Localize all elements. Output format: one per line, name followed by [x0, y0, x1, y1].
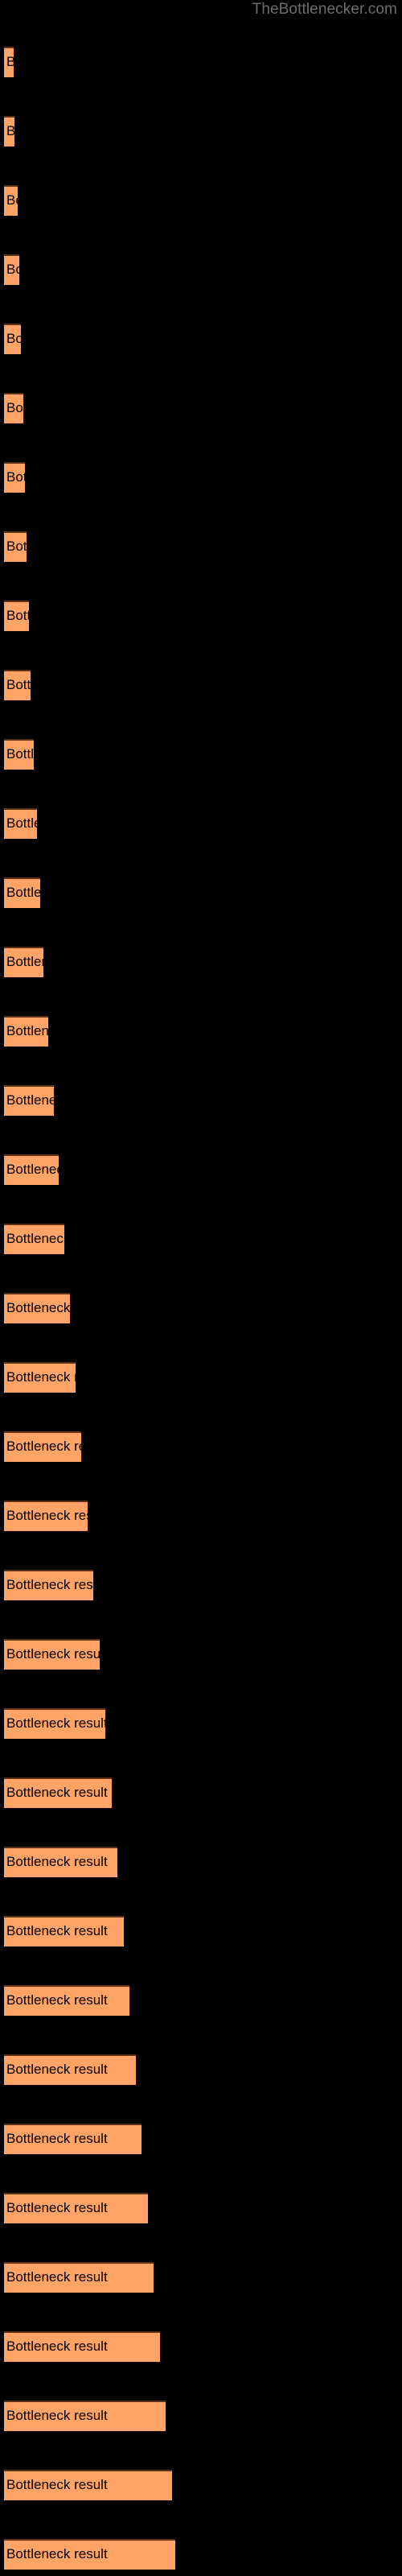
bar-row: Bottleneck result: [0, 531, 402, 562]
bar-row: Bottleneck result: [0, 47, 402, 77]
bar: [4, 2470, 172, 2500]
bar-row: Bottleneck result: [0, 1847, 402, 1877]
bar: [4, 1501, 88, 1531]
bar-row: Bottleneck result: [0, 254, 402, 285]
bar-row: Bottleneck result: [0, 1501, 402, 1531]
bar-label: Bottleneck result: [6, 192, 108, 208]
bar: [4, 1085, 54, 1116]
bar: [4, 324, 21, 354]
bar: [4, 947, 43, 977]
bar: [4, 1016, 48, 1046]
bar-row: Bottleneck result: [0, 1777, 402, 1808]
bar-label: Bottleneck result: [6, 677, 108, 692]
bar: [4, 1224, 64, 1254]
bar-row: Bottleneck result: [0, 1085, 402, 1116]
bar: [4, 1639, 100, 1670]
bar: [4, 462, 25, 493]
bar-label: Bottleneck result: [6, 608, 108, 623]
bar-label: Bottleneck result: [6, 1162, 108, 1177]
bar-row: Bottleneck result: [0, 1293, 402, 1323]
bar-row: Bottleneck result: [0, 462, 402, 493]
bar: [4, 670, 31, 700]
bar: [4, 2262, 154, 2293]
bar-row: Bottleneck result: [0, 2401, 402, 2431]
bar-row: Bottleneck result: [0, 1224, 402, 1254]
bar-label: Bottleneck result: [6, 262, 108, 277]
bar-label: Bottleneck result: [6, 1231, 108, 1246]
bar: [4, 1916, 124, 1946]
bar: [4, 1362, 76, 1393]
bar: [4, 2331, 160, 2362]
bar-label: Bottleneck result: [6, 539, 108, 554]
bar: [4, 1985, 129, 2016]
bar: [4, 393, 23, 423]
bar-row: Bottleneck result: [0, 324, 402, 354]
bar-label: Bottleneck result: [6, 400, 108, 415]
bar-row: Bottleneck result: [0, 739, 402, 770]
bar-label: Bottleneck result: [6, 331, 108, 346]
bar-row: Bottleneck result: [0, 808, 402, 839]
bar-row: Bottleneck result: [0, 2124, 402, 2154]
bar: [4, 1154, 59, 1185]
bar-row: Bottleneck result: [0, 947, 402, 977]
bar: [4, 2054, 136, 2085]
bar-label: Bottleneck result: [6, 885, 108, 900]
bar: [4, 254, 19, 285]
bar-label: Bottleneck result: [6, 54, 108, 69]
bar-row: Bottleneck result: [0, 1708, 402, 1739]
bar-row: Bottleneck result: [0, 877, 402, 908]
plot-area: Bottleneck result Bottleneck result Bottle…: [0, 0, 402, 2576]
bar-label: Bottleneck result: [6, 1023, 108, 1038]
bar: [4, 1708, 105, 1739]
bar: [4, 1431, 81, 1462]
bar-row: Bottleneck result: [0, 2470, 402, 2500]
bar-row: Bottleneck result: [0, 116, 402, 147]
bar-row: Bottleneck result: [0, 601, 402, 631]
bar: [4, 1293, 70, 1323]
bar-row: Bottleneck result: [0, 1916, 402, 1946]
bar-row: Bottleneck result: [0, 2331, 402, 2362]
bar: [4, 2193, 148, 2223]
bar-row: Bottleneck result: [0, 1431, 402, 1462]
bar-row: Bottleneck result: [0, 1985, 402, 2016]
bar-label: Bottleneck result: [6, 815, 108, 831]
bar: [4, 808, 37, 839]
bar-row: Bottleneck result: [0, 185, 402, 216]
bar: [4, 116, 14, 147]
bar-row: Bottleneck result: [0, 2262, 402, 2293]
bar: [4, 877, 40, 908]
bar: [4, 1777, 112, 1808]
bar-row: Bottleneck result: [0, 1362, 402, 1393]
bar: [4, 601, 29, 631]
bar-label: Bottleneck result: [6, 954, 108, 969]
bar-row: Bottleneck result: [0, 393, 402, 423]
bar-label: Bottleneck result: [6, 746, 108, 762]
bar-label: Bottleneck result: [6, 1092, 108, 1108]
bar-row: Bottleneck result: [0, 1570, 402, 1600]
bar-row: Bottleneck result: [0, 670, 402, 700]
bar-row: Bottleneck result: [0, 1016, 402, 1046]
bar: [4, 2401, 166, 2431]
bar: [4, 531, 27, 562]
bottleneck-chart: TheBottlenecker.com Bottleneck result Bot…: [0, 0, 402, 2576]
bar: [4, 47, 14, 77]
bar-row: Bottleneck result: [0, 1154, 402, 1185]
bar: [4, 739, 34, 770]
bar-row: Bottleneck result: [0, 2054, 402, 2085]
bar: [4, 1847, 117, 1877]
bar-row: Bottleneck result: [0, 2193, 402, 2223]
bar: [4, 1570, 93, 1600]
bar: [4, 185, 18, 216]
bar-label: Bottleneck result: [6, 469, 108, 485]
bar-label: Bottleneck result: [6, 123, 108, 138]
bar-row: Bottleneck result: [0, 1639, 402, 1670]
bar: [4, 2124, 142, 2154]
bar: [4, 2539, 175, 2570]
bar-row: Bottleneck result: [0, 2539, 402, 2570]
